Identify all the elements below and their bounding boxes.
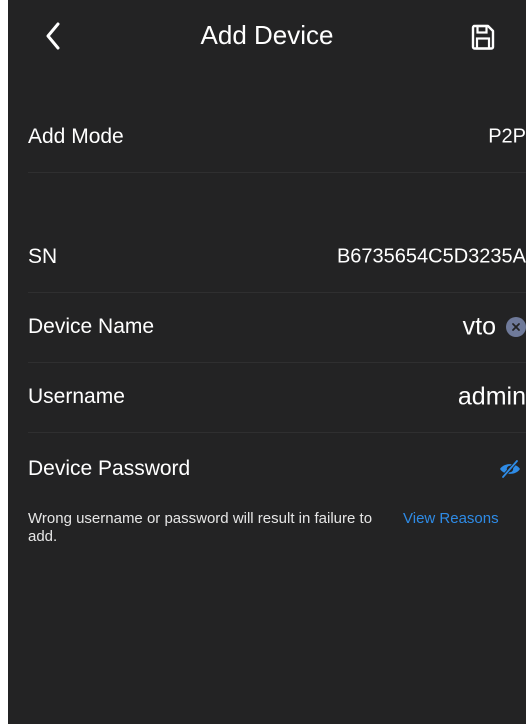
add-device-screen: Add Device Add Mode P2P SN B6735654C5D32… (8, 0, 526, 724)
username-row: Username admin (28, 362, 526, 433)
page-title: Add Device (200, 20, 334, 50)
clear-device-name-button[interactable] (506, 317, 526, 337)
sn-label: SN (28, 245, 58, 268)
device-name-row: Device Name vto (28, 292, 526, 363)
add-mode-row[interactable]: Add Mode P2P (28, 102, 526, 173)
save-button[interactable] (468, 20, 498, 54)
password-row: Device Password (28, 434, 526, 504)
floppy-disk-icon (471, 24, 495, 50)
username-label: Username (28, 385, 125, 408)
device-name-label: Device Name (28, 315, 155, 338)
sn-value: B6735654C5D3235A (336, 245, 526, 268)
clear-icon (512, 323, 520, 331)
add-mode-label: Add Mode (28, 125, 124, 148)
error-hint-text: Wrong username or password will result i… (28, 510, 373, 545)
eye-slash-icon (500, 459, 520, 479)
sn-row: SN B6735654C5D3235A (28, 222, 526, 293)
view-reasons-link[interactable]: View Reasons (403, 510, 499, 528)
back-button[interactable] (38, 18, 68, 54)
chevron-left-icon (46, 22, 60, 50)
username-input[interactable]: admin (458, 383, 526, 412)
password-label: Device Password (28, 457, 191, 480)
device-name-input[interactable]: vto (463, 313, 496, 342)
toggle-password-visibility-button[interactable] (498, 459, 522, 479)
add-mode-value: P2P (488, 125, 526, 148)
header-bar: Add Device (8, 0, 526, 78)
